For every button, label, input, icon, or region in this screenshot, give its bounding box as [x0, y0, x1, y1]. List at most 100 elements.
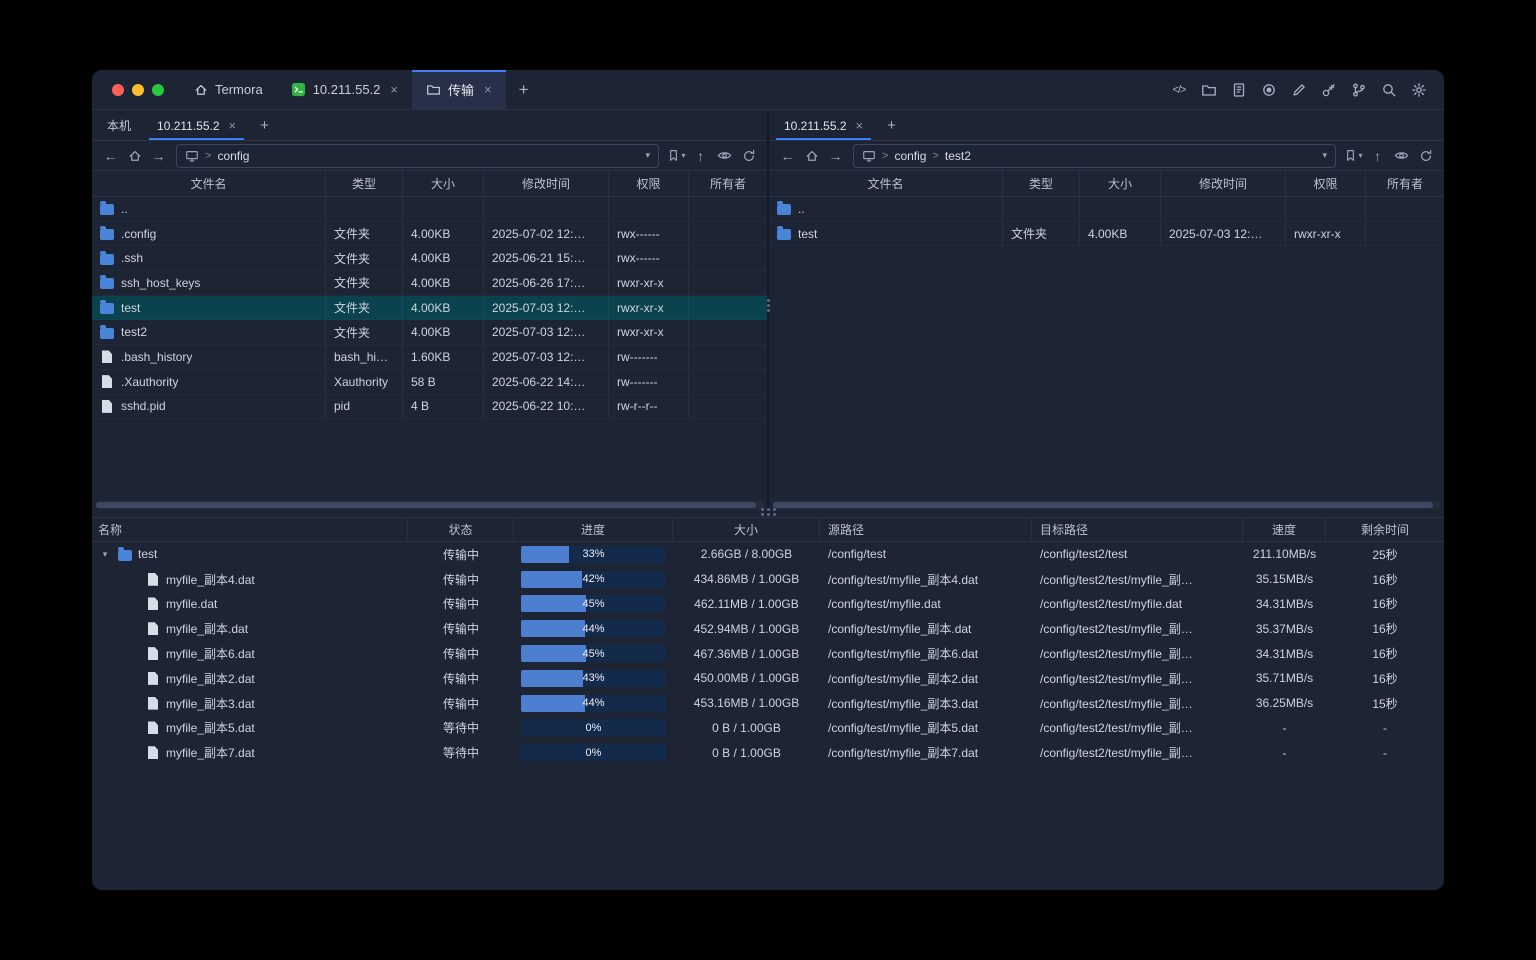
- bookmark-button[interactable]: ▾: [665, 144, 688, 168]
- transfer-row[interactable]: ▾ myfile_副本3.dat 传输中 44% 453.16MB / 1.00…: [92, 691, 1444, 716]
- up-button[interactable]: ↑: [1366, 144, 1389, 168]
- file-row[interactable]: test2 文件夹 4.00KB 2025-07-03 12:… rwxr-xr…: [92, 320, 767, 345]
- column-header[interactable]: 权限: [609, 171, 689, 196]
- column-header[interactable]: 目标路径: [1032, 518, 1243, 541]
- tab-session-10-211-55-2[interactable]: 10.211.55.2 ×: [277, 70, 412, 109]
- close-icon[interactable]: ×: [390, 83, 398, 96]
- column-header[interactable]: 速度: [1243, 518, 1326, 541]
- column-header[interactable]: 所有者: [1366, 171, 1444, 196]
- transfer-row[interactable]: ▾ myfile_副本.dat 传输中 44% 452.94MB / 1.00G…: [92, 616, 1444, 641]
- column-header[interactable]: 大小: [1080, 171, 1161, 196]
- column-header[interactable]: 源路径: [820, 518, 1032, 541]
- chevron-down-icon[interactable]: ▾: [1322, 150, 1327, 161]
- path-bar[interactable]: > config > test2 ▾: [853, 144, 1336, 168]
- transfer-row[interactable]: ▾ myfile_副本7.dat 等待中 0% 0 B / 1.00GB /co…: [92, 740, 1444, 765]
- settings-button[interactable]: [1406, 77, 1432, 103]
- transfer-row[interactable]: ▾ test 传输中 33% 2.66GB / 8.00GB /config/t…: [92, 542, 1444, 567]
- column-header[interactable]: 修改时间: [484, 171, 609, 196]
- file-list: .. .config 文件夹 4.00KB 2025-07-02 12:… rw…: [92, 197, 767, 419]
- file-row[interactable]: ..: [769, 197, 1444, 222]
- forward-button[interactable]: →: [147, 144, 170, 168]
- close-window-button[interactable]: [112, 84, 124, 96]
- tab-remote-10-211-55-2[interactable]: 10.211.55.2 ×: [771, 111, 876, 140]
- column-header[interactable]: 权限: [1286, 171, 1366, 196]
- transfer-row[interactable]: ▾ myfile_副本2.dat 传输中 43% 450.00MB / 1.00…: [92, 666, 1444, 691]
- column-header[interactable]: 剩余时间: [1326, 518, 1444, 541]
- forward-button[interactable]: →: [824, 144, 847, 168]
- transfer-splitter[interactable]: [92, 507, 1444, 517]
- file-mtime: 2025-07-03 12:…: [1161, 222, 1286, 246]
- show-hidden-button[interactable]: [713, 144, 736, 168]
- file-row[interactable]: .ssh 文件夹 4.00KB 2025-06-21 15:… rwx-----…: [92, 246, 767, 271]
- progress-bar: 45%: [521, 595, 666, 612]
- refresh-button[interactable]: [737, 144, 760, 168]
- file-row[interactable]: ..: [92, 197, 767, 222]
- refresh-button[interactable]: [1414, 144, 1437, 168]
- tab-termora[interactable]: Termora: [180, 70, 277, 109]
- new-tab-button[interactable]: +: [506, 70, 542, 109]
- column-header[interactable]: 修改时间: [1161, 171, 1286, 196]
- column-header[interactable]: 类型: [326, 171, 403, 196]
- chevron-down-icon[interactable]: ▾: [645, 150, 650, 161]
- file-row[interactable]: sshd.pid pid 4 B 2025-06-22 10:… rw-r--r…: [92, 395, 767, 420]
- new-tab-button[interactable]: +: [876, 111, 907, 140]
- close-icon[interactable]: ×: [856, 119, 864, 132]
- file-icon: [148, 746, 158, 759]
- file-row[interactable]: test 文件夹 4.00KB 2025-07-03 12:… rwxr-xr-…: [769, 222, 1444, 247]
- file-name: sshd.pid: [121, 399, 166, 413]
- column-header[interactable]: 进度: [514, 518, 673, 541]
- home-button[interactable]: [123, 144, 146, 168]
- minimize-window-button[interactable]: [132, 84, 144, 96]
- path-segment[interactable]: config: [894, 149, 926, 163]
- transfer-row[interactable]: ▾ myfile_副本4.dat 传输中 42% 434.86MB / 1.00…: [92, 567, 1444, 592]
- edit-button[interactable]: [1286, 77, 1312, 103]
- transfer-row[interactable]: ▾ myfile.dat 传输中 45% 462.11MB / 1.00GB /…: [92, 592, 1444, 617]
- file-row[interactable]: ssh_host_keys 文件夹 4.00KB 2025-06-26 17:……: [92, 271, 767, 296]
- sftp-button[interactable]: [1196, 77, 1222, 103]
- column-header[interactable]: 文件名: [92, 171, 326, 196]
- bookmark-button[interactable]: ▾: [1342, 144, 1365, 168]
- source-path: /config/test/myfile_副本.dat: [820, 620, 1032, 637]
- splitter-handle[interactable]: [761, 508, 776, 516]
- file-row[interactable]: test 文件夹 4.00KB 2025-07-03 12:… rwxr-xr-…: [92, 296, 767, 321]
- tab-transfer[interactable]: 传输 ×: [412, 70, 506, 109]
- tab-remote-10-211-55-2[interactable]: 10.211.55.2 ×: [144, 111, 249, 140]
- path-segment[interactable]: test2: [945, 149, 971, 163]
- column-header[interactable]: 类型: [1003, 171, 1080, 196]
- record-button[interactable]: [1256, 77, 1282, 103]
- close-icon[interactable]: ×: [229, 119, 237, 132]
- back-button[interactable]: ←: [776, 144, 799, 168]
- zoom-window-button[interactable]: [152, 84, 164, 96]
- column-header[interactable]: 文件名: [769, 171, 1003, 196]
- transfer-name: myfile_副本5.dat: [166, 719, 255, 736]
- log-button[interactable]: [1226, 77, 1252, 103]
- transfer-row[interactable]: ▾ myfile_副本6.dat 传输中 45% 467.36MB / 1.00…: [92, 641, 1444, 666]
- keychain-button[interactable]: [1316, 77, 1342, 103]
- file-row[interactable]: .Xauthority Xauthority 58 B 2025-06-22 1…: [92, 370, 767, 395]
- path-bar[interactable]: > config ▾: [176, 144, 659, 168]
- progress-label: 43%: [521, 670, 666, 687]
- branch-button[interactable]: [1346, 77, 1372, 103]
- file-owner: [689, 246, 767, 270]
- home-button[interactable]: [800, 144, 823, 168]
- new-tab-button[interactable]: +: [249, 111, 280, 140]
- column-header[interactable]: 名称: [92, 518, 408, 541]
- document-icon: [1231, 82, 1247, 98]
- expand-chevron-icon[interactable]: ▾: [98, 549, 112, 560]
- up-button[interactable]: ↑: [689, 144, 712, 168]
- code-button[interactable]: </>: [1166, 77, 1192, 103]
- show-hidden-button[interactable]: [1390, 144, 1413, 168]
- path-segment[interactable]: config: [217, 149, 249, 163]
- back-button[interactable]: ←: [99, 144, 122, 168]
- column-header[interactable]: 状态: [408, 518, 514, 541]
- transfer-row[interactable]: ▾ myfile_副本5.dat 等待中 0% 0 B / 1.00GB /co…: [92, 716, 1444, 741]
- column-header[interactable]: 大小: [403, 171, 484, 196]
- file-row[interactable]: .bash_history bash_hi… 1.60KB 2025-07-03…: [92, 345, 767, 370]
- transfer-size: 434.86MB / 1.00GB: [673, 572, 820, 586]
- file-row[interactable]: .config 文件夹 4.00KB 2025-07-02 12:… rwx--…: [92, 222, 767, 247]
- search-button[interactable]: [1376, 77, 1402, 103]
- close-icon[interactable]: ×: [484, 83, 492, 96]
- column-header[interactable]: 所有者: [689, 171, 767, 196]
- tab-local[interactable]: 本机: [94, 111, 144, 140]
- column-header[interactable]: 大小: [673, 518, 820, 541]
